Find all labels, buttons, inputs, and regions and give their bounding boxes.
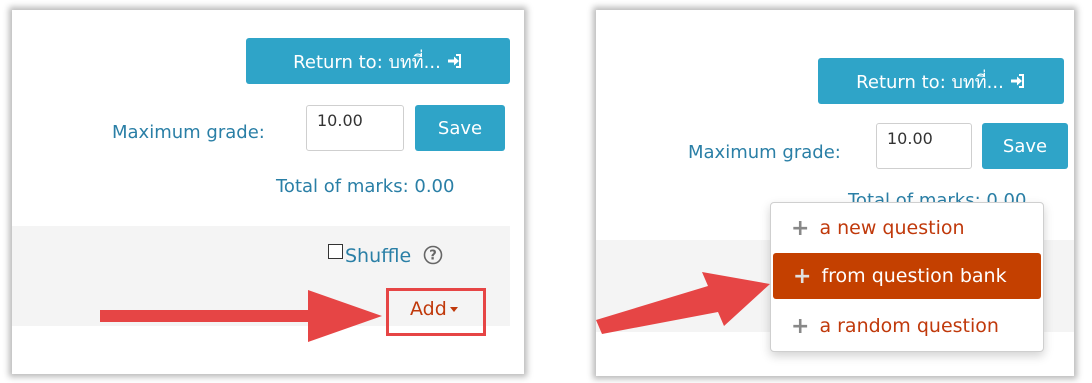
plus-icon: + [793,263,812,289]
question-circle-icon[interactable]: ? [423,245,443,265]
arrow-pointer-icon [596,272,770,334]
shuffle-control: Shuffle ? [328,244,443,267]
menu-item-random-question[interactable]: + a random question [771,303,1043,349]
save-button[interactable]: Save [415,105,505,151]
sign-in-icon [447,54,461,68]
arrow-pointer-icon [100,290,382,342]
add-dropdown-menu: + a new question + from question bank + … [770,202,1044,352]
maximum-grade-label: Maximum grade: [112,122,265,143]
total-of-marks: Total of marks: 0.00 [276,176,455,197]
return-to-button[interactable]: Return to: บทที่... [818,58,1064,104]
svg-text:?: ? [429,249,437,264]
return-button-label: Return to: บทที่... [856,71,1004,93]
maximum-grade-label: Maximum grade: [688,142,841,163]
menu-item-label: a random question [819,315,999,337]
shuffle-label[interactable]: Shuffle [345,245,411,267]
menu-item-from-question-bank[interactable]: + from question bank [773,253,1041,299]
maximum-grade-input[interactable]: 10.00 [876,123,972,169]
plus-icon: + [791,313,810,339]
menu-item-new-question[interactable]: + a new question [771,205,1043,251]
menu-item-label: from question bank [821,265,1007,287]
sign-in-icon [1010,74,1024,88]
caret-down-icon [449,306,458,312]
shuffle-checkbox[interactable] [328,244,343,259]
plus-icon: + [791,215,810,241]
menu-item-label: a new question [819,217,965,239]
add-label: Add [410,298,447,320]
return-button-label: Return to: บทที่... [293,51,441,73]
quiz-edit-panel-after: Return to: บทที่... Maximum grade: 10.00… [596,10,1074,376]
maximum-grade-input[interactable]: 10.00 [306,105,404,151]
save-button[interactable]: Save [982,123,1068,169]
return-to-button[interactable]: Return to: บทที่... [246,38,510,84]
add-dropdown-button[interactable]: Add [410,298,458,320]
quiz-edit-panel-before: Return to: บทที่... Maximum grade: 10.00… [12,10,524,374]
